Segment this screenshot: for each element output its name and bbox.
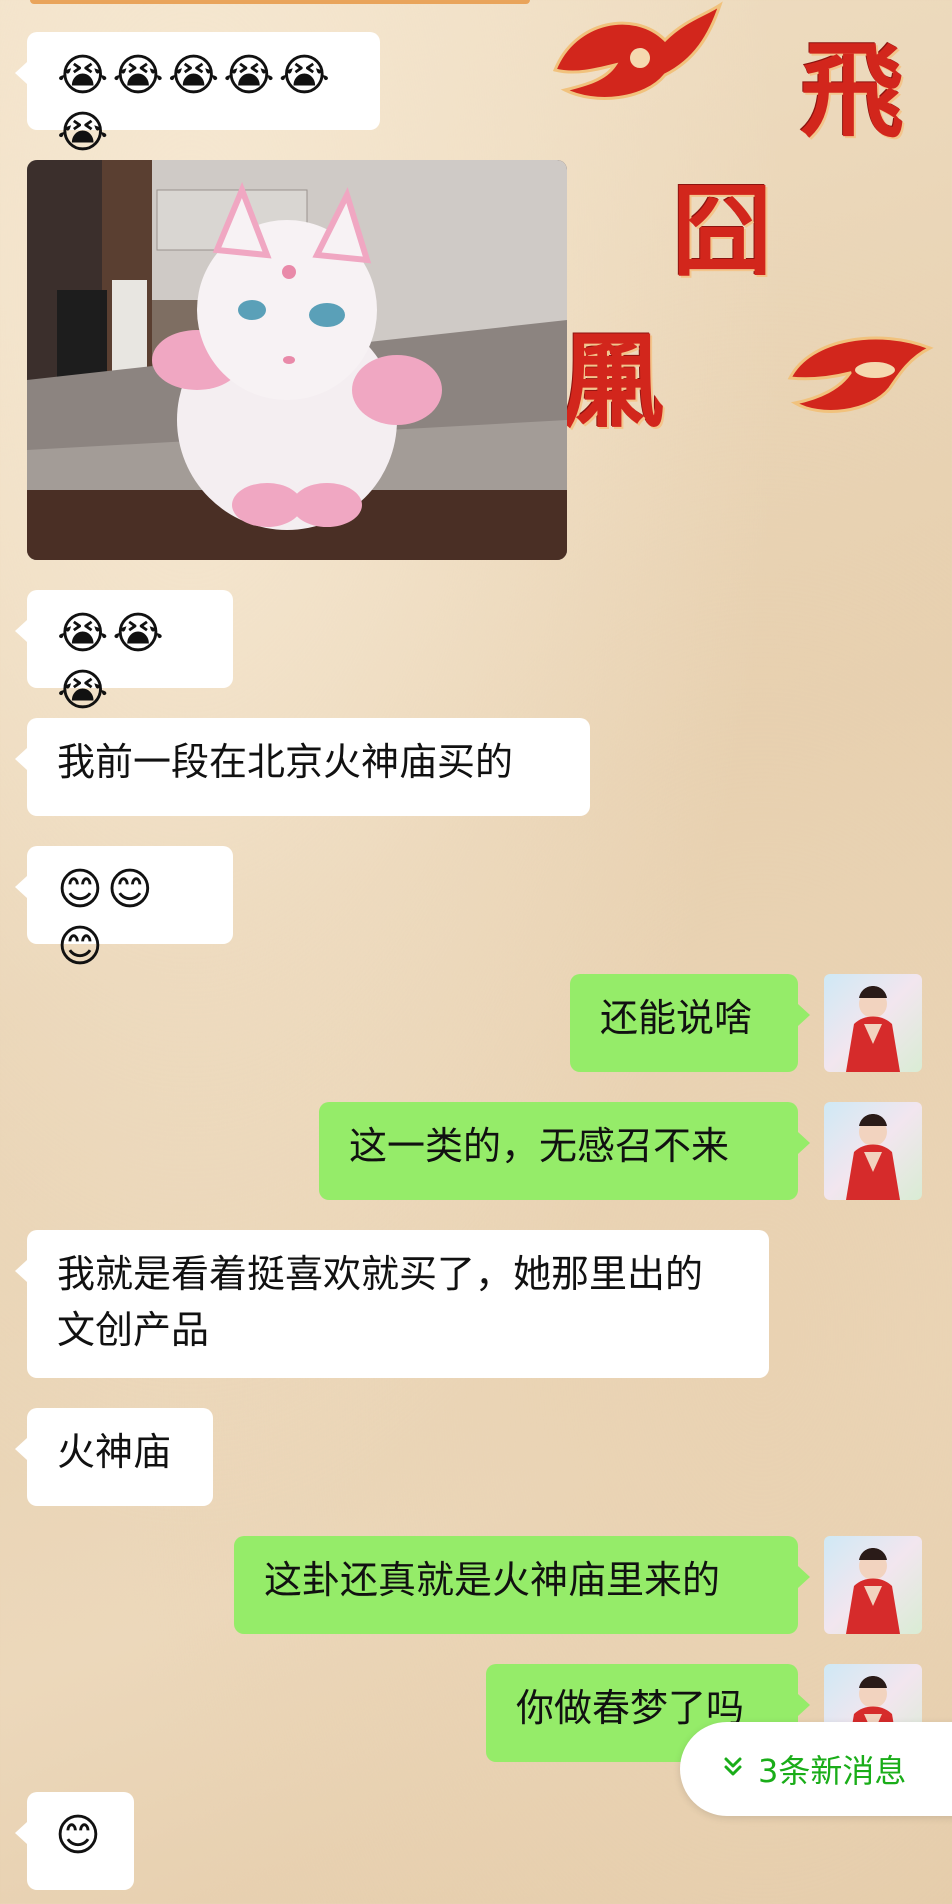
user-avatar[interactable] xyxy=(824,974,922,1072)
crying-emoji-row: 😭😭😭 xyxy=(57,608,168,716)
avatar-portrait-icon xyxy=(846,1114,900,1200)
top-edge-strip xyxy=(30,0,530,4)
red-swirl-right-decor xyxy=(787,336,934,413)
new-messages-button[interactable]: 3条新消息 xyxy=(680,1722,952,1816)
user-avatar[interactable] xyxy=(824,1536,922,1634)
message-bubble-left[interactable]: 😊 xyxy=(15,1792,134,1890)
message-bubble-left[interactable]: 😊😊😊 xyxy=(15,846,233,972)
plush-cat-photo xyxy=(27,160,567,560)
smiling-emoji: 😊 xyxy=(55,1810,105,1861)
avatar-portrait-icon xyxy=(846,1548,900,1634)
double-chevron-down-icon xyxy=(722,1755,744,1783)
message-text: 这卦还真就是火神庙里来的 xyxy=(264,1558,721,1602)
user-avatar[interactable] xyxy=(824,1102,922,1200)
message-text: 火神庙 xyxy=(57,1430,172,1474)
message-text: 我前一段在北京火神庙买的 xyxy=(57,740,514,784)
message-bubble-left[interactable]: 我就是看着挺喜欢就买了，她那里出的文创产品 xyxy=(15,1230,769,1378)
smiling-emoji-row: 😊😊😊 xyxy=(57,864,157,972)
chat-image-message[interactable] xyxy=(27,160,567,560)
crying-emoji-row: 😭😭😭😭😭😭 xyxy=(57,50,335,158)
avatar-portrait-icon xyxy=(846,986,900,1072)
message-text: 还能说啥 xyxy=(600,996,753,1040)
decor-char-3: 凲 xyxy=(560,319,665,442)
message-text: 你做春梦了吗 xyxy=(516,1686,745,1730)
message-bubble-right[interactable]: 这卦还真就是火神庙里来的 xyxy=(234,1536,810,1634)
message-bubble-left[interactable]: 我前一段在北京火神庙买的 xyxy=(15,718,590,816)
message-bubble-left[interactable]: 😭😭😭 xyxy=(15,590,233,716)
message-bubble-right[interactable]: 这一类的，无感召不来 xyxy=(319,1102,810,1200)
red-swirl-left-decor xyxy=(552,1,723,100)
message-text: 这一类的，无感召不来 xyxy=(349,1124,730,1168)
message-bubble-left[interactable]: 火神庙 xyxy=(15,1408,213,1506)
message-bubble-right[interactable]: 还能说啥 xyxy=(570,974,810,1072)
new-messages-label: 3条新消息 xyxy=(758,1752,907,1790)
message-bubble-left[interactable]: 😭😭😭😭😭😭 xyxy=(15,32,380,158)
decor-char-1: 飛 xyxy=(800,29,905,152)
message-text: 我就是看着挺喜欢就买了，她那里出的文创产品 xyxy=(57,1252,704,1352)
decor-char-2: 囧 xyxy=(672,172,772,290)
